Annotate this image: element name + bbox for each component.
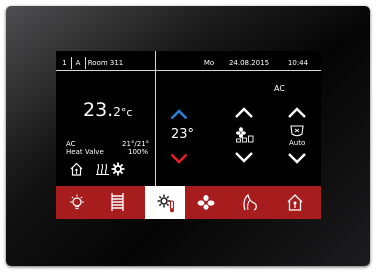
setpoint-down-button[interactable] — [170, 153, 188, 164]
tab-scenes[interactable] — [239, 186, 261, 219]
header-separator — [85, 57, 86, 69]
time-label: 10:44 — [287, 59, 309, 67]
tab-lighting[interactable] — [66, 186, 88, 219]
scenes-icon — [241, 193, 259, 212]
weekday-label: Mo — [203, 59, 215, 67]
setpoint-value: 23° — [171, 127, 195, 142]
ac-mode-label: Auto — [289, 139, 306, 147]
setpoint-up-button[interactable] — [170, 109, 188, 120]
temperature-integer: 23. — [83, 99, 114, 121]
tab-home[interactable] — [284, 186, 306, 219]
mode-label: AC — [66, 140, 76, 148]
tab-blinds[interactable] — [107, 186, 129, 219]
setpoints-label: 21°/21° — [122, 140, 150, 148]
zone-label[interactable]: A — [73, 57, 83, 69]
floor-label[interactable]: 1 — [59, 57, 70, 69]
ac-label: AC — [274, 84, 285, 93]
header-divider — [56, 70, 321, 71]
tab-climate[interactable] — [145, 186, 185, 219]
heat-valve-value: 100% — [128, 148, 149, 156]
date-label: 24.08.2015 — [228, 59, 270, 67]
home-mode-icon[interactable] — [70, 162, 83, 176]
home-icon — [287, 193, 303, 211]
temperature-decimal: 2 — [113, 105, 121, 119]
blinds-icon — [110, 192, 125, 212]
header-separator — [71, 57, 72, 69]
heating-icon[interactable] — [96, 163, 109, 175]
light-bulb-icon — [68, 194, 86, 212]
navigation-bar — [56, 186, 321, 219]
climate-icon — [156, 193, 176, 213]
room-label[interactable]: Room 311 — [87, 57, 124, 69]
heat-valve-label: Heat Valve — [66, 148, 104, 156]
fan-icon — [197, 195, 215, 210]
fan-speed-icon — [236, 127, 254, 143]
ac-mode-down-button[interactable] — [287, 152, 307, 164]
tab-fan[interactable] — [195, 186, 217, 219]
room-temperature: 23.2°c — [83, 99, 132, 124]
touch-screen: 1 A Room 311 Mo 24.08.2015 10:44 23.2°c … — [56, 51, 321, 219]
temperature-unit: °c — [120, 106, 133, 119]
fan-speed-up-button[interactable] — [234, 107, 254, 119]
ac-mode-icon — [290, 125, 304, 138]
fan-speed-down-button[interactable] — [234, 151, 254, 163]
cooling-icon[interactable] — [111, 162, 125, 176]
ac-mode-up-button[interactable] — [287, 107, 307, 119]
panel-divider — [155, 51, 156, 186]
